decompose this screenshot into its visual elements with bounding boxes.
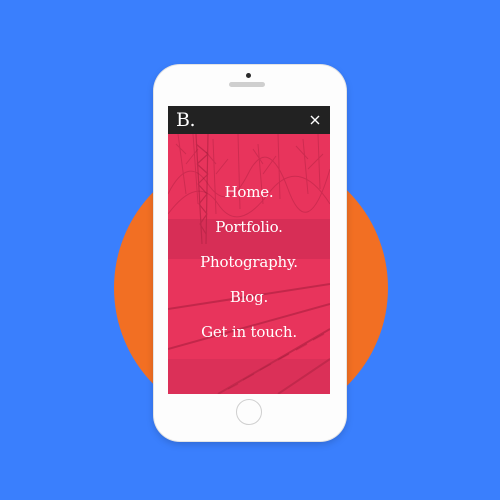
top-bar: B. [168, 106, 330, 134]
front-camera [246, 73, 251, 78]
earpiece-speaker [229, 82, 265, 87]
menu-link-get-in-touch[interactable]: Get in touch. [201, 323, 297, 341]
close-icon[interactable] [307, 112, 323, 128]
menu-link-portfolio[interactable]: Portfolio. [215, 218, 283, 236]
menu-link-blog[interactable]: Blog. [230, 288, 268, 306]
nav-menu: Home. Portfolio. Photography. Blog. Get … [168, 174, 330, 349]
menu-item-photography: Photography. [168, 244, 330, 279]
menu-link-home[interactable]: Home. [225, 183, 274, 201]
menu-item-portfolio: Portfolio. [168, 209, 330, 244]
menu-item-home: Home. [168, 174, 330, 209]
menu-item-blog: Blog. [168, 279, 330, 314]
phone-screen: B. Home. Portfolio. Photography. Blog. G… [168, 106, 330, 394]
menu-link-photography[interactable]: Photography. [200, 253, 298, 271]
menu-item-get-in-touch: Get in touch. [168, 314, 330, 349]
logo[interactable]: B. [176, 109, 196, 131]
phone-mockup: B. Home. Portfolio. Photography. Blog. G… [154, 65, 346, 441]
home-button[interactable] [236, 399, 262, 425]
